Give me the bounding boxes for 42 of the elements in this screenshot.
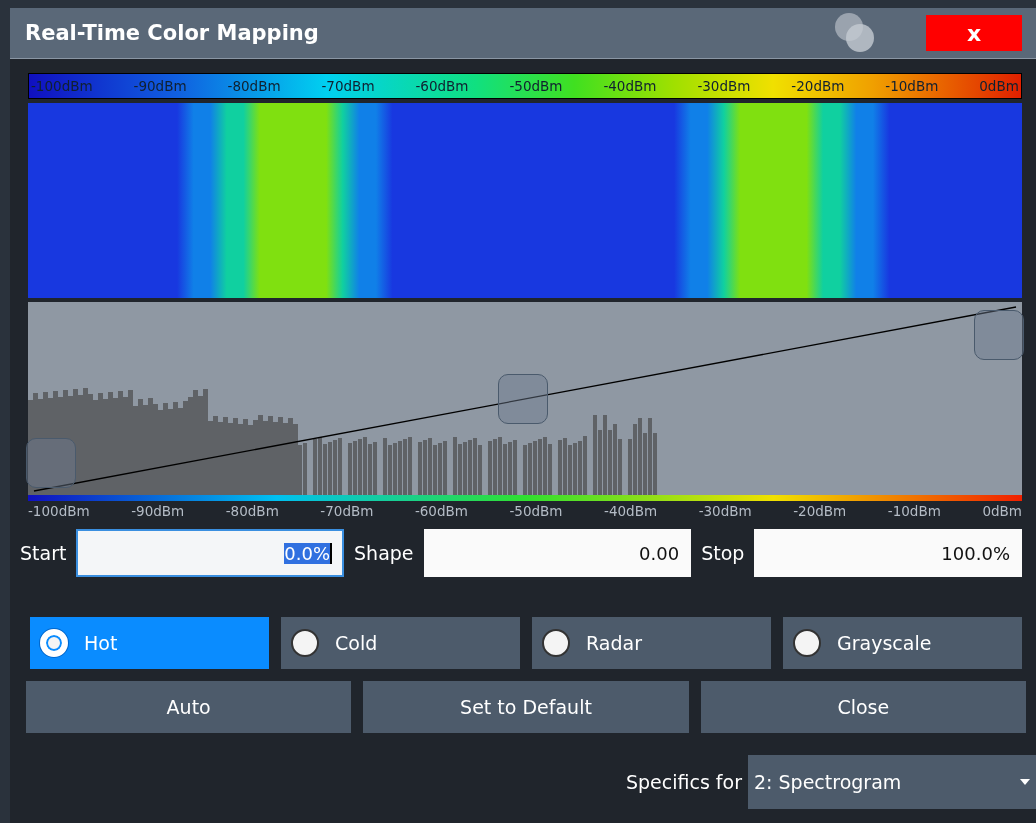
scale-label: -90dBm xyxy=(133,78,187,94)
start-handle[interactable] xyxy=(26,438,76,488)
axis-label: -70dBm xyxy=(320,503,374,519)
scale-label: -60dBm xyxy=(415,78,469,94)
axis-label: -100dBm xyxy=(28,503,90,519)
field-label: Shape xyxy=(354,542,414,564)
input-field[interactable]: 0.00 xyxy=(423,529,692,577)
axis-label: -30dBm xyxy=(698,503,752,519)
color-scheme-option[interactable]: Grayscale xyxy=(783,617,1022,669)
axis-label: -80dBm xyxy=(225,503,279,519)
axis-label: -90dBm xyxy=(131,503,185,519)
stop-handle[interactable] xyxy=(974,310,1024,360)
axis-label: -60dBm xyxy=(414,503,468,519)
dialog-button[interactable]: Auto xyxy=(26,681,352,733)
field-label: Stop xyxy=(701,542,745,564)
axis-label: -10dBm xyxy=(887,503,941,519)
scale-label: -100dBm xyxy=(31,78,93,94)
dialog-button[interactable]: Set to Default xyxy=(363,681,689,733)
shape-handle[interactable] xyxy=(498,374,548,424)
window-close-button[interactable]: x xyxy=(926,15,1022,51)
axis-label: 0dBm xyxy=(982,503,1022,519)
scale-label: -10dBm xyxy=(885,78,939,94)
scale-label: 0dBm xyxy=(979,78,1019,94)
dialog-button[interactable]: Close xyxy=(700,681,1026,733)
caret-icon xyxy=(1020,779,1030,785)
axis-label: -40dBm xyxy=(604,503,658,519)
axis-label: -20dBm xyxy=(793,503,847,519)
input-field[interactable]: 0.0% xyxy=(76,529,345,577)
specifics-dropdown[interactable]: 2: Spectrogram xyxy=(748,755,1036,809)
scale-label: -70dBm xyxy=(321,78,375,94)
specifics-label: Specifics for xyxy=(626,771,742,793)
color-scheme-option[interactable]: Cold xyxy=(281,617,520,669)
scale-label: -40dBm xyxy=(603,78,657,94)
color-scheme-option[interactable]: Radar xyxy=(532,617,771,669)
scale-label: -30dBm xyxy=(697,78,751,94)
axis-label: -50dBm xyxy=(509,503,563,519)
field-label: Start xyxy=(20,542,67,564)
scale-label: -80dBm xyxy=(227,78,281,94)
input-field[interactable]: 100.0% xyxy=(754,529,1022,577)
scale-label: -50dBm xyxy=(509,78,563,94)
window-title: Real-Time Color Mapping xyxy=(25,21,320,45)
scale-label: -20dBm xyxy=(791,78,845,94)
